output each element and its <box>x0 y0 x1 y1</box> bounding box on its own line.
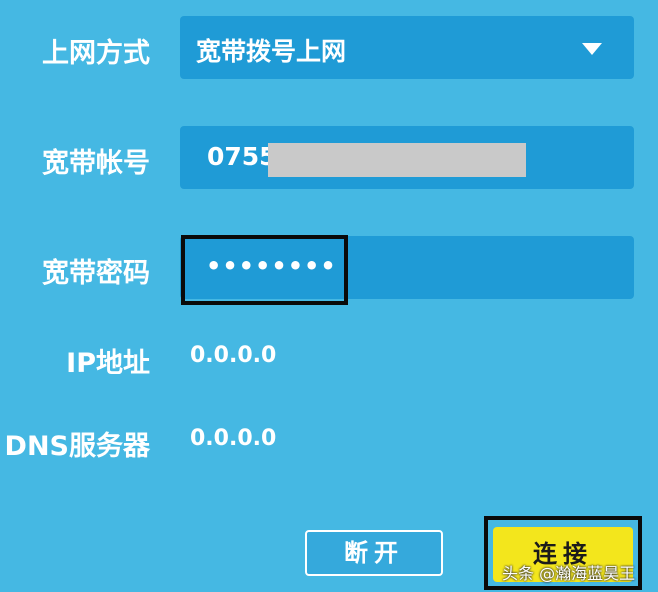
disconnect-button[interactable]: 断开 <box>305 530 443 576</box>
dns-value: 0.0.0.0 <box>190 426 277 451</box>
password-label: 宽带密码 <box>42 258 150 289</box>
watermark: 头条 @瀚海蓝昊王 <box>502 564 636 583</box>
connection-type-value: 宽带拨号上网 <box>196 37 347 66</box>
ip-label: IP地址 <box>66 348 150 379</box>
connection-type-select[interactable]: 宽带拨号上网 <box>180 16 634 79</box>
account-redaction <box>268 143 526 177</box>
ip-value: 0.0.0.0 <box>190 343 277 368</box>
dns-label: DNS服务器 <box>4 431 150 462</box>
password-highlight-box <box>181 235 348 305</box>
account-value: 0755 <box>207 142 277 171</box>
chevron-down-icon[interactable] <box>582 43 602 55</box>
account-label: 宽带帐号 <box>42 148 150 179</box>
connection-type-label: 上网方式 <box>42 38 150 69</box>
